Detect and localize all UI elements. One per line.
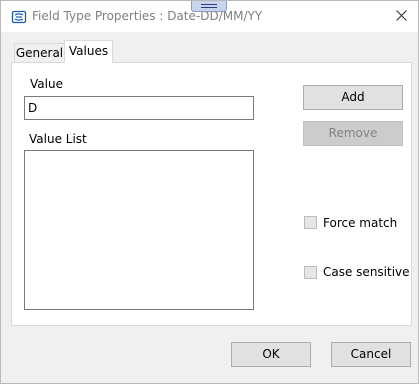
field-type-icon bbox=[11, 9, 27, 25]
tab-general[interactable]: General bbox=[14, 43, 65, 62]
close-icon bbox=[395, 9, 407, 24]
force-match-label[interactable]: Force match bbox=[323, 216, 397, 230]
field-type-properties-dialog: Field Type Properties : Date-DD/MM/YY Ge… bbox=[0, 0, 419, 384]
title-bar[interactable]: Field Type Properties : Date-DD/MM/YY bbox=[1, 1, 418, 32]
add-button[interactable]: Add bbox=[303, 85, 403, 110]
ok-button[interactable]: OK bbox=[231, 342, 311, 367]
value-input[interactable] bbox=[24, 96, 254, 120]
cancel-button[interactable]: Cancel bbox=[331, 342, 411, 367]
value-list-label: Value List bbox=[29, 132, 87, 146]
drag-grip-icon[interactable] bbox=[191, 1, 227, 12]
remove-button[interactable]: Remove bbox=[303, 121, 403, 146]
tab-values[interactable]: Values bbox=[64, 40, 113, 63]
case-sensitive-checkbox[interactable] bbox=[304, 266, 317, 279]
case-sensitive-label[interactable]: Case sensitive bbox=[323, 265, 410, 279]
close-button[interactable] bbox=[383, 1, 418, 32]
force-match-checkbox[interactable] bbox=[304, 216, 317, 229]
value-label: Value bbox=[30, 77, 63, 91]
window-title: Field Type Properties : Date-DD/MM/YY bbox=[32, 9, 263, 23]
value-listbox[interactable] bbox=[24, 150, 254, 310]
